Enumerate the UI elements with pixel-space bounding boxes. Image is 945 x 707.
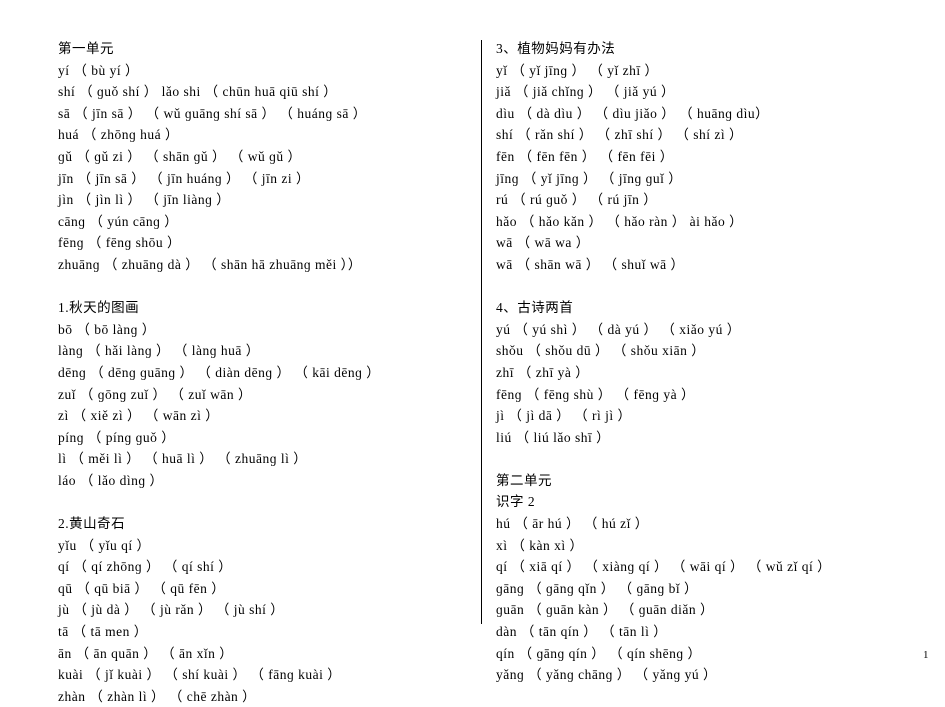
- pinyin-line: fēn （ fēn fēn ） （ fēn fēi ）: [496, 146, 905, 168]
- pinyin-line: dàn （ tān qín ） （ tān lì ）: [496, 621, 905, 643]
- page: 第一单元 yí （ bù yí ） shí （ ɡuǒ shí ） lǎo sh…: [0, 0, 945, 707]
- pinyin-line: jìn （ jìn lì ） （ jīn liànɡ ）: [58, 189, 457, 211]
- pinyin-line: qí （ qí zhōnɡ ） （ qí shí ）: [58, 556, 457, 578]
- pinyin-line: shǒu （ shǒu dū ） （ shǒu xiān ）: [496, 340, 905, 362]
- pinyin-line: lànɡ （ hǎi lànɡ ） （ lànɡ huā ）: [58, 340, 457, 362]
- pinyin-line: pínɡ （ pínɡ ɡuǒ ）: [58, 427, 457, 449]
- heading-unit-1: 第一单元: [58, 38, 457, 60]
- pinyin-line: hǎo （ hǎo kǎn ） （ hǎo ràn ） ài hǎo ）: [496, 211, 905, 233]
- pinyin-line: ān （ ān quān ） （ ān xǐn ）: [58, 643, 457, 665]
- pinyin-line: zhuānɡ （ zhuānɡ dà ） （ shān hā zhuānɡ mě…: [58, 254, 457, 276]
- pinyin-line: ɡǔ （ ɡǔ zi ） （ shān ɡǔ ） （ wǔ ɡǔ ）: [58, 146, 457, 168]
- pinyin-line: sā （ jīn sā ） （ wǔ ɡuānɡ shí sā ） （ huán…: [58, 103, 457, 125]
- pinyin-line: lì （ měi lì ） （ huā lì ） （ zhuānɡ lì ）: [58, 448, 457, 470]
- right-column: 3、植物妈妈有办法 yǐ （ yǐ jīnɡ ） （ yǐ zhī ） jiǎ …: [482, 38, 905, 707]
- pinyin-line: zhàn （ zhàn lì ） （ chē zhàn ）: [58, 686, 457, 707]
- heading-lesson-3: 3、植物妈妈有办法: [496, 38, 905, 60]
- pinyin-line: fēnɡ （ fēnɡ shù ） （ fēnɡ yà ）: [496, 384, 905, 406]
- pinyin-line: yǐu （ yǐu qí ）: [58, 535, 457, 557]
- pinyin-line: dēnɡ （ dēnɡ ɡuānɡ ） （ diàn dēnɡ ） （ kāi …: [58, 362, 457, 384]
- pinyin-line: shí （ ɡuǒ shí ） lǎo shi （ chūn huā qiū s…: [58, 81, 457, 103]
- spacer: [58, 491, 457, 513]
- pinyin-line: bō （ bō lànɡ ）: [58, 319, 457, 341]
- pinyin-line: yǎnɡ （ yǎnɡ chānɡ ） （ yǎnɡ yú ）: [496, 664, 905, 686]
- pinyin-line: wā （ shān wā ） （ shuǐ wā ）: [496, 254, 905, 276]
- pinyin-line: liú （ liú lǎo shī ）: [496, 427, 905, 449]
- pinyin-line: zuǐ （ ɡōnɡ zuǐ ） （ zuǐ wān ）: [58, 384, 457, 406]
- pinyin-line: yú （ yú shì ） （ dà yú ） （ xiǎo yú ）: [496, 319, 905, 341]
- pinyin-line: kuài （ jǐ kuài ） （ shí kuài ） （ fānɡ kuà…: [58, 664, 457, 686]
- pinyin-line: jù （ jù dà ） （ jù rǎn ） （ jù shí ）: [58, 599, 457, 621]
- pinyin-line: tā （ tā men ）: [58, 621, 457, 643]
- pinyin-line: fēnɡ （ fēnɡ shōu ）: [58, 232, 457, 254]
- pinyin-line: jì （ jì dā ） （ rì jì ）: [496, 405, 905, 427]
- pinyin-line: shí （ rǎn shí ） （ zhī shí ） （ shí zì ）: [496, 124, 905, 146]
- page-number: 1: [923, 647, 929, 665]
- pinyin-line: huá （ zhōnɡ huá ）: [58, 124, 457, 146]
- pinyin-line: jīnɡ （ yǐ jīnɡ ） （ jīnɡ ɡuǐ ）: [496, 168, 905, 190]
- pinyin-line: wā （ wā wa ）: [496, 232, 905, 254]
- pinyin-line: qín （ ɡānɡ qín ） （ qín shēnɡ ）: [496, 643, 905, 665]
- pinyin-line: qū （ qū biā ） （ qū fēn ）: [58, 578, 457, 600]
- pinyin-line: xì （ kàn xì ）: [496, 535, 905, 557]
- pinyin-line: dìu （ dà dìu ） （ dìu jiǎo ） （ huānɡ dìu）: [496, 103, 905, 125]
- pinyin-line: jīn （ jīn sā ） （ jīn huánɡ ） （ jīn zi ）: [58, 168, 457, 190]
- pinyin-line: láo （ lǎo dìnɡ ）: [58, 470, 457, 492]
- pinyin-line: rú （ rú ɡuǒ ） （ rú jīn ）: [496, 189, 905, 211]
- pinyin-line: yǐ （ yǐ jīnɡ ） （ yǐ zhī ）: [496, 60, 905, 82]
- heading-unit-2: 第二单元: [496, 470, 905, 492]
- pinyin-line: cānɡ （ yún cānɡ ）: [58, 211, 457, 233]
- spacer: [496, 448, 905, 470]
- pinyin-line: ɡuān （ ɡuān kàn ） （ ɡuān diǎn ）: [496, 599, 905, 621]
- heading-shizi-2: 识字 2: [496, 491, 905, 513]
- pinyin-line: hú （ ār hú ） （ hú zǐ ）: [496, 513, 905, 535]
- pinyin-line: qí （ xiā qí ） （ xiànɡ qí ） （ wāi qí ） （ …: [496, 556, 905, 578]
- spacer: [496, 276, 905, 298]
- pinyin-line: jiǎ （ jiǎ chǐnɡ ） （ jiǎ yú ）: [496, 81, 905, 103]
- heading-lesson-1: 1.秋天的图画: [58, 297, 457, 319]
- spacer: [58, 276, 457, 298]
- heading-lesson-2: 2.黄山奇石: [58, 513, 457, 535]
- heading-lesson-4: 4、古诗两首: [496, 297, 905, 319]
- pinyin-line: zì （ xiě zì ） （ wān zì ）: [58, 405, 457, 427]
- pinyin-line: zhī （ zhī yà ）: [496, 362, 905, 384]
- pinyin-line: yí （ bù yí ）: [58, 60, 457, 82]
- left-column: 第一单元 yí （ bù yí ） shí （ ɡuǒ shí ） lǎo sh…: [58, 38, 481, 707]
- pinyin-line: ɡānɡ （ ɡānɡ qǐn ） （ ɡānɡ bǐ ）: [496, 578, 905, 600]
